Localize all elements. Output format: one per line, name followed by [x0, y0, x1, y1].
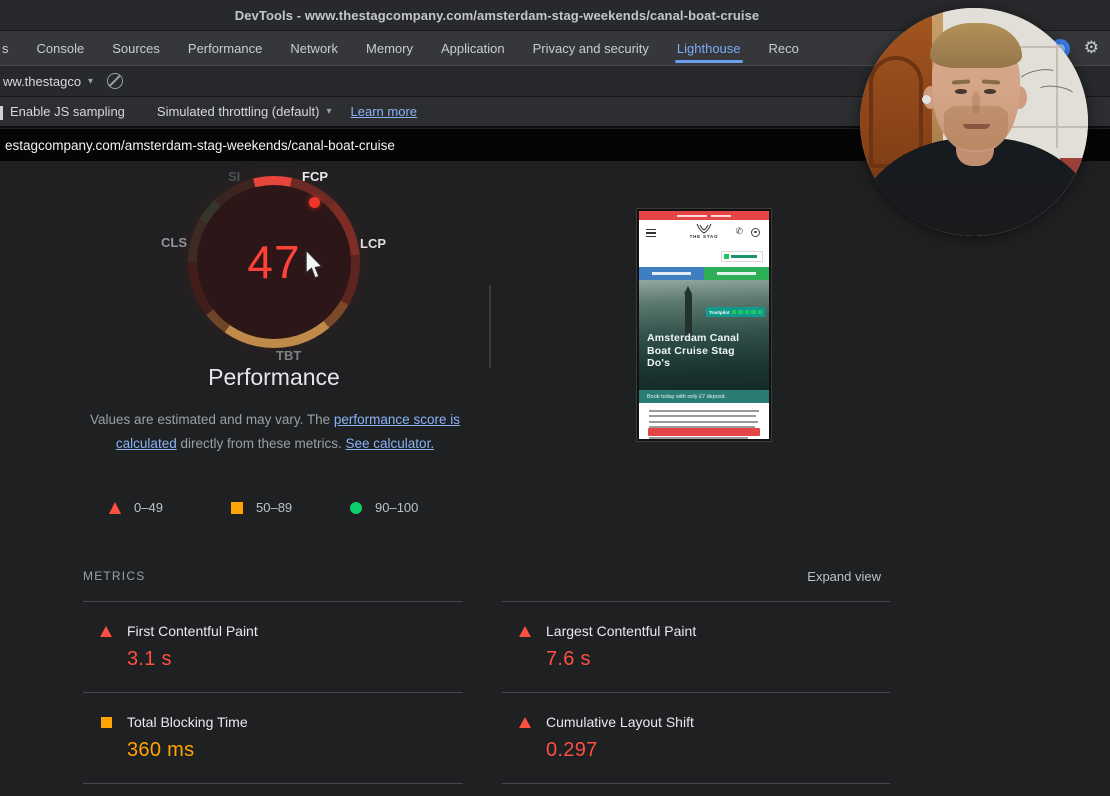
average-square-icon [101, 717, 112, 728]
tab-privacy-and-security[interactable]: Privacy and security [533, 31, 649, 65]
gauge-marker-dot [309, 197, 320, 208]
thumb-cta-buttons [639, 267, 769, 280]
gauge-label-cls: CLS [161, 235, 187, 250]
tab-performance[interactable]: Performance [188, 31, 262, 65]
thumb-deposit-bar: Book today with only £7 deposit. [639, 390, 769, 403]
trustpilot-label: Trustpilot [709, 310, 730, 315]
learn-more-link[interactable]: Learn more [351, 104, 417, 119]
metric-value: 3.1 s [127, 648, 463, 671]
person-mouth [963, 124, 990, 129]
report-url: estagcompany.com/amsterdam-stag-weekends… [5, 138, 395, 153]
metric-largest-contentful-paint: Largest Contentful Paint 7.6 s [502, 602, 890, 692]
block-icon[interactable] [107, 73, 123, 89]
chevron-down-icon[interactable]: ▾ [88, 76, 93, 87]
thumb-green-button [704, 267, 769, 280]
metric-value: 0.297 [546, 739, 890, 762]
antler-logo-icon [695, 223, 713, 234]
closet-shelf [1010, 126, 1088, 128]
vignette-shadow [860, 166, 1088, 236]
thumb-hero-heading: Amsterdam Canal Boat Cruise Stag Do's [647, 332, 739, 370]
good-circle-icon [350, 502, 362, 514]
window-title: DevTools - www.thestagcompany.com/amster… [235, 8, 760, 23]
trustpilot-pill: Trustpilot [706, 307, 765, 317]
poor-triangle-icon [519, 626, 531, 637]
legend-average: 50–89 [231, 500, 292, 515]
person-eye [955, 89, 967, 94]
thumb-logo: THE STAG [639, 223, 769, 239]
metrics-grid: First Contentful Paint 3.1 s Total Block… [83, 601, 890, 784]
thumb-header: THE STAG ✆ [639, 220, 769, 249]
poor-triangle-icon [519, 717, 531, 728]
score-description-text: directly from these metrics. [177, 436, 346, 451]
poor-triangle-icon [100, 626, 112, 637]
gauge-label-lcp: LCP [360, 236, 386, 251]
legend-range: 0–49 [134, 500, 163, 515]
tab-network[interactable]: Network [290, 31, 338, 65]
chevron-down-icon[interactable]: ▾ [327, 106, 332, 117]
thumb-brand-text: THE STAG [639, 234, 769, 239]
expand-view-button[interactable]: Expand view [807, 569, 881, 584]
metric-cumulative-layout-shift: Cumulative Layout Shift 0.297 [502, 693, 890, 783]
tab-recorder-partial[interactable]: Reco [769, 31, 799, 65]
gauge-label-tbt: TBT [276, 348, 301, 363]
section-divider [489, 285, 491, 368]
metric-name: Total Blocking Time [127, 714, 248, 730]
mouse-cursor-icon [303, 249, 325, 281]
metric-value: 360 ms [127, 739, 463, 762]
person-nose [972, 92, 980, 114]
average-square-icon [231, 502, 243, 514]
metric-name: Cumulative Layout Shift [546, 714, 694, 730]
metric-total-blocking-time: Total Blocking Time 360 ms [83, 693, 463, 783]
tab-lighthouse[interactable]: Lighthouse [677, 31, 741, 65]
legend-poor: 0–49 [109, 500, 163, 515]
performance-score-gauge[interactable]: 47 [188, 176, 360, 348]
tab-console[interactable]: Console [37, 31, 85, 65]
legend-good: 90–100 [350, 500, 418, 515]
earbud-icon [922, 95, 931, 104]
legend-range: 50–89 [256, 500, 292, 515]
metric-first-contentful-paint: First Contentful Paint 3.1 s [83, 602, 463, 692]
see-calculator-link[interactable]: See calculator. [346, 436, 435, 451]
category-title: Performance [154, 364, 394, 391]
gauge-inner: 47 [197, 185, 351, 339]
throttling-select[interactable]: Simulated throttling (default) [157, 104, 320, 119]
metric-name: Largest Contentful Paint [546, 623, 696, 639]
thumb-red-button [648, 428, 760, 436]
js-sampling-label[interactable]: Enable JS sampling [10, 104, 125, 119]
metric-divider [83, 783, 463, 784]
score-description-text: Values are estimated and may vary. The [90, 412, 334, 427]
thumb-blue-button [639, 267, 704, 280]
thumb-hero-image: Trustpilot Amsterdam Canal Boat Cruise S… [639, 280, 769, 390]
tab-sources[interactable]: Sources [112, 31, 160, 65]
js-sampling-checkbox[interactable] [0, 106, 3, 120]
metric-divider [502, 783, 890, 784]
score-description: Values are estimated and may vary. The p… [85, 408, 465, 455]
trustpilot-badge [721, 251, 763, 262]
devtools-window: DevTools - www.thestagcompany.com/amster… [0, 0, 1110, 796]
metric-value: 7.6 s [546, 648, 890, 671]
person-eye [984, 89, 996, 94]
church-tower-silhouette [685, 294, 692, 336]
gauge-label-si: SI [228, 169, 240, 184]
metric-name: First Contentful Paint [127, 623, 258, 639]
legend-range: 90–100 [375, 500, 418, 515]
lighthouse-report: 47 SI FCP LCP CLS TBT Performance Values… [0, 161, 1110, 796]
metrics-heading: METRICS [83, 569, 145, 583]
phone-icon: ✆ [735, 226, 743, 237]
account-icon [751, 228, 760, 237]
tab-application[interactable]: Application [441, 31, 505, 65]
tab-elements-partial[interactable]: s [2, 31, 9, 65]
poor-triangle-icon [109, 502, 121, 514]
origin-dropdown[interactable]: ww.thestagco [0, 74, 81, 89]
tab-memory[interactable]: Memory [366, 31, 413, 65]
thumb-deposit-text: Book today with only £7 deposit. [647, 394, 726, 400]
performance-score: 47 [247, 235, 300, 289]
page-screenshot-thumbnail[interactable]: THE STAG ✆ Trustpilot Amsterdam Canal [637, 209, 771, 441]
webcam-overlay [860, 8, 1088, 236]
thumb-promo-banner [639, 211, 769, 220]
gauge-label-fcp: FCP [302, 169, 328, 184]
